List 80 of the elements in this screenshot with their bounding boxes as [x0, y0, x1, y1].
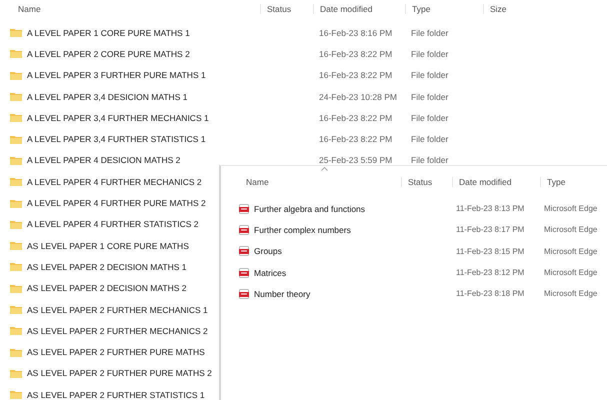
folder-icon	[10, 305, 22, 314]
folder-name[interactable]: AS LEVEL PAPER 2 FURTHER MECHANICS 2	[27, 326, 208, 336]
folder-icon	[10, 113, 22, 122]
folder-name[interactable]: AS LEVEL PAPER 2 DECISION MATHS 1	[27, 262, 187, 272]
date-modified-cell-text: 11-Feb-23 8:17 PM	[455, 225, 526, 234]
date-modified-cell-text: 16-Feb-23 8:22 PM	[318, 48, 394, 59]
folder-name[interactable]: AS LEVEL PAPER 2 FURTHER MECHANICS 1	[27, 304, 208, 314]
file-name[interactable]: Matrices	[254, 268, 286, 278]
pdf-file-icon	[239, 246, 249, 256]
date-modified-cell-text: 16-Feb-23 8:22 PM	[318, 70, 394, 80]
type-cell-text: File folder	[410, 48, 450, 59]
type-cell-text: Microsoft Edge	[543, 268, 598, 278]
folder-icon	[10, 326, 22, 336]
folder-icon	[10, 368, 22, 378]
folder-name[interactable]: A LEVEL PAPER 4 DESICION MATHS 2	[27, 155, 180, 166]
type-cell-text: File folder	[410, 112, 450, 123]
folder-name[interactable]: A LEVEL PAPER 4 FURTHER PURE MATHS 2	[27, 198, 206, 208]
column-header[interactable]: Date modified	[452, 177, 540, 187]
pdf-file-icon	[239, 224, 249, 235]
type-cell-text: Microsoft Edge	[543, 225, 598, 234]
folder-name[interactable]: AS LEVEL PAPER 2 FURTHER STATISTICS 1	[27, 390, 205, 400]
date-modified-cell-text: 16-Feb-23 8:22 PM	[318, 112, 394, 123]
type-cell-text: Microsoft Edge	[543, 246, 598, 256]
folder-icon	[10, 348, 22, 357]
date-modified-cell-text: 25-Feb-23 5:59 PM	[318, 155, 394, 166]
folder-name[interactable]: A LEVEL PAPER 2 CORE PURE MATHS 2	[27, 48, 190, 59]
pdf-file-icon	[239, 288, 249, 299]
folder-name[interactable]: A LEVEL PAPER 1 CORE PURE MATHS 1	[27, 28, 190, 38]
folder-name[interactable]: A LEVEL PAPER 3 FURTHER PURE MATHS 1	[27, 70, 206, 80]
folder-icon	[10, 156, 22, 165]
folder-icon	[10, 28, 22, 38]
folder-icon	[10, 92, 22, 102]
folder-icon	[10, 284, 22, 293]
folder-name[interactable]: A LEVEL PAPER 3,4 FURTHER MECHANICS 1	[27, 112, 209, 123]
sort-caret-icon[interactable]	[321, 167, 328, 171]
folder-icon	[10, 134, 22, 144]
type-cell-text: Microsoft Edge	[543, 289, 598, 298]
folder-icon	[10, 241, 22, 250]
folder-icon	[10, 49, 22, 58]
pdf-file-icon	[239, 204, 249, 214]
folder-icon	[10, 177, 22, 186]
folder-name[interactable]: A LEVEL PAPER 4 FURTHER MECHANICS 2	[27, 176, 202, 187]
column-header[interactable]: Status	[401, 177, 452, 187]
file-name[interactable]: Further algebra and functions	[254, 204, 366, 214]
folder-icon	[10, 220, 22, 229]
folder-icon	[10, 70, 22, 80]
date-modified-cell-text: 11-Feb-23 8:18 PM	[455, 289, 526, 298]
date-modified-cell-text: 16-Feb-23 8:16 PM	[318, 28, 394, 38]
column-header[interactable]: Date modified	[313, 4, 405, 14]
type-cell-text: File folder	[410, 92, 450, 102]
folder-name[interactable]: AS LEVEL PAPER 2 FURTHER PURE MATHS	[27, 347, 205, 358]
folder-name[interactable]: AS LEVEL PAPER 1 CORE PURE MATHS	[27, 240, 189, 251]
type-cell-text: File folder	[410, 70, 450, 80]
folder-icon	[10, 198, 22, 208]
column-header[interactable]: Type	[405, 4, 483, 14]
column-header[interactable]: Size	[483, 4, 543, 14]
date-modified-cell-text: 16-Feb-23 8:22 PM	[318, 134, 394, 144]
file-name[interactable]: Number theory	[254, 288, 310, 299]
date-modified-cell-text: 24-Feb-23 10:28 PM	[318, 92, 398, 102]
type-cell-text: Microsoft Edge	[543, 204, 598, 214]
file-name[interactable]: Further complex numbers	[254, 224, 351, 235]
folder-name[interactable]: AS LEVEL PAPER 2 DECISION MATHS 2	[27, 283, 187, 294]
folder-name[interactable]: A LEVEL PAPER 3,4 DESICION MATHS 1	[27, 92, 188, 102]
column-header[interactable]: Name	[221, 177, 401, 187]
column-header[interactable]: Name	[0, 4, 260, 14]
folder-icon	[10, 262, 22, 272]
date-modified-cell-text: 11-Feb-23 8:13 PM	[455, 204, 526, 214]
column-header[interactable]: Type	[540, 177, 607, 187]
type-cell-text: File folder	[410, 28, 450, 38]
folder-name[interactable]: AS LEVEL PAPER 2 FURTHER PURE MATHS 2	[27, 368, 212, 378]
date-modified-cell-text: 11-Feb-23 8:15 PM	[455, 246, 526, 256]
column-header[interactable]: Status	[260, 4, 313, 14]
folder-name[interactable]: A LEVEL PAPER 3,4 FURTHER STATISTICS 1	[27, 134, 206, 144]
file-name[interactable]: Groups	[254, 246, 282, 256]
date-modified-cell-text: 11-Feb-23 8:12 PM	[455, 268, 526, 278]
type-cell-text: File folder	[410, 134, 450, 144]
type-cell-text: File folder	[410, 155, 450, 166]
pdf-file-icon	[239, 268, 249, 278]
folder-name[interactable]: A LEVEL PAPER 4 FURTHER STATISTICS 2	[27, 219, 198, 230]
folder-icon	[10, 390, 22, 400]
